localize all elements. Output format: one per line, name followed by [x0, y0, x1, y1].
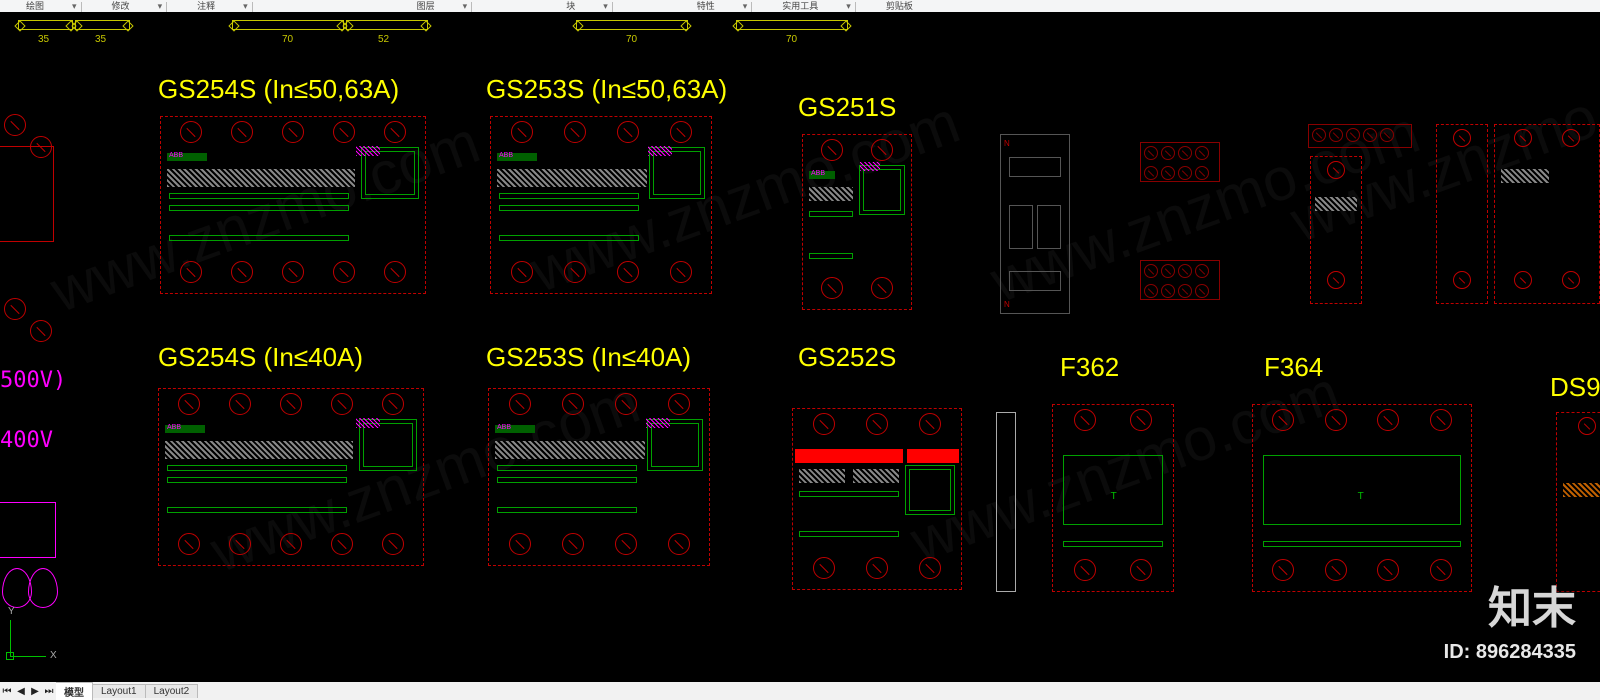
component-slim — [996, 412, 1016, 592]
dimension-value: 70 — [786, 34, 797, 45]
chevron-down-icon[interactable]: ▾ — [846, 1, 851, 12]
chevron-down-icon[interactable]: ▾ — [243, 1, 248, 12]
hatch-accent — [356, 418, 380, 428]
text-voltage-2: 400V — [0, 428, 53, 453]
terminal-block-top — [1140, 142, 1220, 182]
terminal-block-bottom — [1140, 260, 1220, 300]
brand-tag: ABB — [497, 424, 511, 431]
breaker-gs254s-40: ABB — [158, 388, 424, 566]
separator — [471, 2, 472, 12]
axis-x-label: X — [50, 650, 57, 661]
dimension-bar — [346, 20, 428, 30]
separator — [252, 2, 253, 12]
dimension-bar — [18, 20, 73, 30]
chevron-down-icon[interactable]: ▾ — [463, 1, 468, 12]
hatch-accent — [356, 146, 380, 156]
separator — [81, 2, 82, 12]
dimension-bar — [232, 20, 344, 30]
axis-y-label: Y — [8, 606, 15, 617]
terminal-n-tag: N — [1004, 300, 1010, 309]
ribbon-group-draw[interactable]: 绘图 — [26, 0, 44, 12]
tab-nav-first[interactable]: ⏮ — [0, 684, 14, 698]
ribbon-group-block[interactable]: 块 — [566, 0, 575, 12]
breaker-gs252s — [792, 408, 962, 590]
tab-nav-prev[interactable]: ◀ — [14, 684, 28, 698]
hatch-accent — [646, 418, 670, 428]
component-label: GS254S (In≤50,63A) — [158, 74, 399, 105]
separator — [612, 2, 613, 12]
dimension-value: 35 — [38, 34, 49, 45]
brand-tag: ABB — [499, 152, 513, 159]
tab-model[interactable]: 模型 — [56, 682, 93, 700]
chevron-down-icon[interactable]: ▾ — [158, 1, 163, 12]
dimension-bar — [75, 20, 130, 30]
cad-canvas[interactable]: www.znzmo.com www.znzmo.com www.znzmo.co… — [0, 12, 1600, 682]
terminal-n-tag: N — [1004, 139, 1010, 148]
breaker-small-1 — [1310, 156, 1362, 304]
tab-nav-next[interactable]: ▶ — [28, 684, 42, 698]
ribbon-group-annotate[interactable]: 注释 — [197, 0, 215, 12]
separator — [751, 2, 752, 12]
breaker-gs253s-50-63: ABB — [490, 116, 712, 294]
component-grey-1: N N — [1000, 134, 1070, 314]
ribbon-group-properties[interactable]: 特性 — [697, 0, 715, 12]
tab-layout1[interactable]: Layout1 — [93, 684, 146, 698]
chevron-down-icon[interactable]: ▾ — [603, 1, 608, 12]
component-label: GS254S (In≤40A) — [158, 342, 363, 373]
component-label: GS253S (In≤40A) — [486, 342, 691, 373]
watermark-id: ID: 896284335 — [1444, 641, 1576, 664]
breaker-f364: T — [1252, 404, 1472, 592]
dimension-value: 70 — [282, 34, 293, 45]
ucs-axis-icon: Y X — [10, 620, 70, 680]
terminal-strip — [1308, 124, 1412, 148]
breaker-f362: T — [1052, 404, 1174, 592]
ribbon-group-clipboard[interactable]: 剪贴板 — [886, 0, 913, 12]
component-label: GS252S — [798, 342, 896, 373]
layout-tabbar[interactable]: ⏮ ◀ ▶ ⏭ 模型 Layout1 Layout2 — [0, 682, 1600, 700]
breaker-gs254s-50-63: ABB — [160, 116, 426, 294]
text-voltage-1: 500V) — [0, 368, 66, 393]
ribbon-group-utilities[interactable]: 实用工具 — [782, 0, 818, 12]
component-label: F364 — [1264, 352, 1323, 383]
breaker-small-2 — [1436, 124, 1488, 304]
hatch-accent — [860, 162, 880, 171]
terminal-t-tag: T — [1358, 491, 1364, 502]
tab-nav-last[interactable]: ⏭ — [42, 684, 56, 698]
component-label: GS253S (In≤50,63A) — [486, 74, 727, 105]
breaker-partial-right — [1556, 412, 1600, 592]
component-partial-left-2 — [0, 502, 58, 622]
dimension-value: 35 — [95, 34, 106, 45]
component-label: DS9 — [1550, 372, 1600, 403]
dimension-value: 70 — [626, 34, 637, 45]
brand-tag: ABB — [811, 170, 825, 177]
component-partial-left — [0, 112, 56, 282]
chevron-down-icon[interactable]: ▾ — [72, 1, 77, 12]
dimension-bar — [576, 20, 688, 30]
brand-tag: ABB — [169, 152, 183, 159]
watermark-brand: 知末 — [1488, 572, 1576, 636]
ribbon-toolbar[interactable]: 绘图 ▾ 修改 ▾ 注释 ▾ 图层 ▾ 块 ▾ 特性 ▾ 实用工具 ▾ 剪贴板 — [0, 0, 1600, 12]
component-label: GS251S — [798, 92, 896, 123]
breaker-small-3 — [1494, 124, 1600, 304]
ribbon-group-modify[interactable]: 修改 — [112, 0, 130, 12]
terminal-t-tag: T — [1111, 491, 1117, 502]
ribbon-group-layers[interactable]: 图层 — [417, 0, 435, 12]
component-label: F362 — [1060, 352, 1119, 383]
brand-tag: ABB — [167, 424, 181, 431]
hatch-accent — [648, 146, 672, 156]
breaker-gs253s-40: ABB — [488, 388, 710, 566]
dimension-bar — [736, 20, 848, 30]
dimension-value: 52 — [378, 34, 389, 45]
chevron-down-icon[interactable]: ▾ — [743, 1, 748, 12]
separator — [855, 2, 856, 12]
separator — [166, 2, 167, 12]
tab-layout2[interactable]: Layout2 — [146, 684, 199, 698]
breaker-gs251s: ABB — [802, 134, 912, 310]
